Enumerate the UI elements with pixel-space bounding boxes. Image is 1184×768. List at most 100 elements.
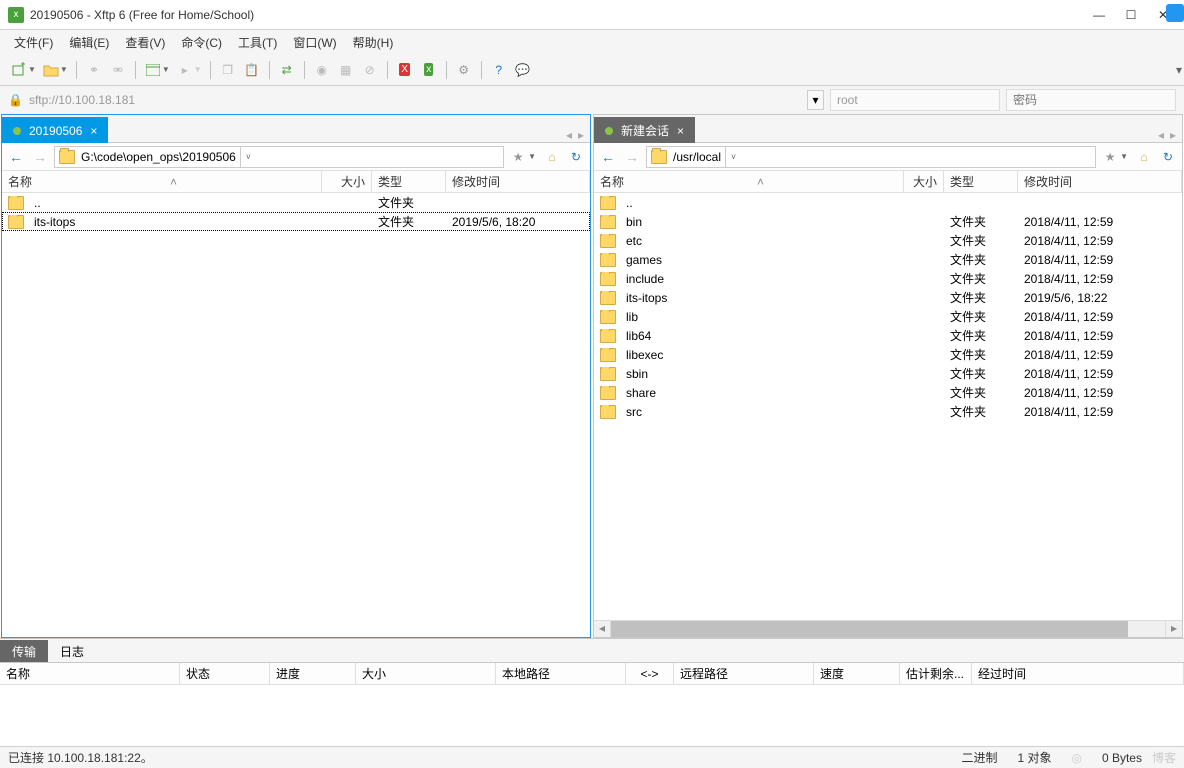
- disconnect-button[interactable]: ⚮: [107, 59, 129, 81]
- refresh-button[interactable]: ↻: [566, 147, 586, 167]
- file-row[interactable]: lib文件夹2018/4/11, 12:59: [594, 307, 1182, 326]
- address-dropdown-button[interactable]: ▾: [807, 90, 824, 110]
- col-mtime[interactable]: 修改时间: [446, 171, 590, 192]
- file-type: 文件夹: [372, 213, 446, 230]
- tab-next-button[interactable]: ▸: [1170, 128, 1176, 142]
- col-progress[interactable]: 进度: [270, 663, 356, 684]
- remote-path-box[interactable]: /usr/local v: [646, 146, 1096, 168]
- close-tab-button[interactable]: ×: [90, 124, 97, 138]
- col-name[interactable]: 名称: [0, 663, 180, 684]
- toolbar-overflow-icon[interactable]: ▾: [1176, 63, 1182, 77]
- refresh-button[interactable]: ↻: [1158, 147, 1178, 167]
- file-row[interactable]: ..: [594, 193, 1182, 212]
- forward-button[interactable]: →: [30, 147, 50, 167]
- password-input[interactable]: [1006, 89, 1176, 111]
- address-bar: 🔒 sftp://10.100.18.181 ▾: [0, 86, 1184, 114]
- home-button[interactable]: ⌂: [1134, 147, 1154, 167]
- col-elapsed[interactable]: 经过时间: [972, 663, 1184, 684]
- file-row[interactable]: include文件夹2018/4/11, 12:59: [594, 269, 1182, 288]
- link-badge-icon[interactable]: [1166, 4, 1184, 22]
- path-dropdown-button[interactable]: v: [725, 147, 741, 167]
- username-input[interactable]: [830, 89, 1000, 111]
- menu-window[interactable]: 窗口(W): [287, 32, 342, 53]
- back-button[interactable]: ←: [6, 147, 26, 167]
- col-name[interactable]: 名称˄: [594, 171, 904, 192]
- play-button[interactable]: ▸: [174, 59, 196, 81]
- remote-tab[interactable]: 新建会话 ×: [594, 117, 695, 143]
- col-speed[interactable]: 速度: [814, 663, 900, 684]
- menu-command[interactable]: 命令(C): [175, 32, 228, 53]
- menu-tools[interactable]: 工具(T): [232, 32, 283, 53]
- local-tab[interactable]: 20190506 ×: [2, 117, 108, 143]
- local-path-box[interactable]: G:\code\open_ops\20190506 v: [54, 146, 504, 168]
- maximize-button[interactable]: ☐: [1124, 8, 1138, 22]
- comment-button[interactable]: 💬: [512, 59, 534, 81]
- window-button[interactable]: [142, 59, 164, 81]
- dropdown-icon[interactable]: ▼: [194, 65, 202, 74]
- col-eta[interactable]: 估计剩余...: [900, 663, 972, 684]
- open-folder-button[interactable]: [40, 59, 62, 81]
- col-remote-path[interactable]: 远程路径: [674, 663, 814, 684]
- dropdown-icon[interactable]: ▼: [60, 65, 68, 74]
- dropdown-icon[interactable]: ▼: [28, 65, 36, 74]
- xftp-button[interactable]: x: [418, 59, 440, 81]
- tab-transfer[interactable]: 传输: [0, 640, 48, 662]
- menu-help[interactable]: 帮助(H): [347, 32, 400, 53]
- file-row[interactable]: sbin文件夹2018/4/11, 12:59: [594, 364, 1182, 383]
- stop-button[interactable]: ⊘: [359, 59, 381, 81]
- home-button[interactable]: ⌂: [542, 147, 562, 167]
- file-row[interactable]: lib64文件夹2018/4/11, 12:59: [594, 326, 1182, 345]
- file-row[interactable]: src文件夹2018/4/11, 12:59: [594, 402, 1182, 421]
- file-row[interactable]: share文件夹2018/4/11, 12:59: [594, 383, 1182, 402]
- forward-button[interactable]: →: [622, 147, 642, 167]
- dropdown-icon[interactable]: ▼: [1120, 152, 1128, 161]
- sync-button[interactable]: ⇄: [276, 59, 298, 81]
- status-dot-icon: [13, 127, 21, 135]
- bookmark-button[interactable]: ★: [508, 147, 528, 167]
- remote-file-list[interactable]: ..bin文件夹2018/4/11, 12:59etc文件夹2018/4/11,…: [594, 193, 1182, 620]
- col-type[interactable]: 类型: [372, 171, 446, 192]
- copy-button[interactable]: ❐: [217, 59, 239, 81]
- link-button[interactable]: ⚭: [83, 59, 105, 81]
- file-row[interactable]: ..文件夹: [2, 193, 590, 212]
- col-arrow[interactable]: <->: [626, 663, 674, 684]
- bookmark-button[interactable]: ★: [1100, 147, 1120, 167]
- local-file-list[interactable]: ..文件夹its-itops文件夹2019/5/6, 18:20: [2, 193, 590, 637]
- paste-button[interactable]: 📋: [241, 59, 263, 81]
- col-name[interactable]: 名称˄: [2, 171, 322, 192]
- tab-prev-button[interactable]: ◂: [566, 128, 572, 142]
- back-button[interactable]: ←: [598, 147, 618, 167]
- tab-log[interactable]: 日志: [48, 640, 96, 662]
- dropdown-icon[interactable]: ▼: [162, 65, 170, 74]
- view-button[interactable]: ▦: [335, 59, 357, 81]
- path-dropdown-button[interactable]: v: [240, 147, 256, 167]
- help-button[interactable]: ?: [488, 59, 510, 81]
- address-url[interactable]: sftp://10.100.18.181: [29, 93, 135, 107]
- col-mtime[interactable]: 修改时间: [1018, 171, 1182, 192]
- file-row[interactable]: its-itops文件夹2019/5/6, 18:22: [594, 288, 1182, 307]
- file-row[interactable]: etc文件夹2018/4/11, 12:59: [594, 231, 1182, 250]
- col-size[interactable]: 大小: [356, 663, 496, 684]
- menu-edit[interactable]: 编辑(E): [63, 32, 115, 53]
- minimize-button[interactable]: —: [1092, 8, 1106, 22]
- file-row[interactable]: its-itops文件夹2019/5/6, 18:20: [2, 212, 590, 231]
- dropdown-icon[interactable]: ▼: [528, 152, 536, 161]
- horizontal-scrollbar[interactable]: ◂▸: [594, 620, 1182, 637]
- new-session-button[interactable]: [8, 59, 30, 81]
- col-size[interactable]: 大小: [904, 171, 944, 192]
- file-row[interactable]: bin文件夹2018/4/11, 12:59: [594, 212, 1182, 231]
- file-row[interactable]: games文件夹2018/4/11, 12:59: [594, 250, 1182, 269]
- db-button[interactable]: ◉: [311, 59, 333, 81]
- xshell-button[interactable]: X: [394, 59, 416, 81]
- menu-view[interactable]: 查看(V): [119, 32, 171, 53]
- close-tab-button[interactable]: ×: [677, 124, 684, 138]
- menu-file[interactable]: 文件(F): [8, 32, 59, 53]
- col-size[interactable]: 大小: [322, 171, 372, 192]
- tab-next-button[interactable]: ▸: [578, 128, 584, 142]
- col-status[interactable]: 状态: [180, 663, 270, 684]
- col-local-path[interactable]: 本地路径: [496, 663, 626, 684]
- file-row[interactable]: libexec文件夹2018/4/11, 12:59: [594, 345, 1182, 364]
- tab-prev-button[interactable]: ◂: [1158, 128, 1164, 142]
- settings-button[interactable]: ⚙: [453, 59, 475, 81]
- col-type[interactable]: 类型: [944, 171, 1018, 192]
